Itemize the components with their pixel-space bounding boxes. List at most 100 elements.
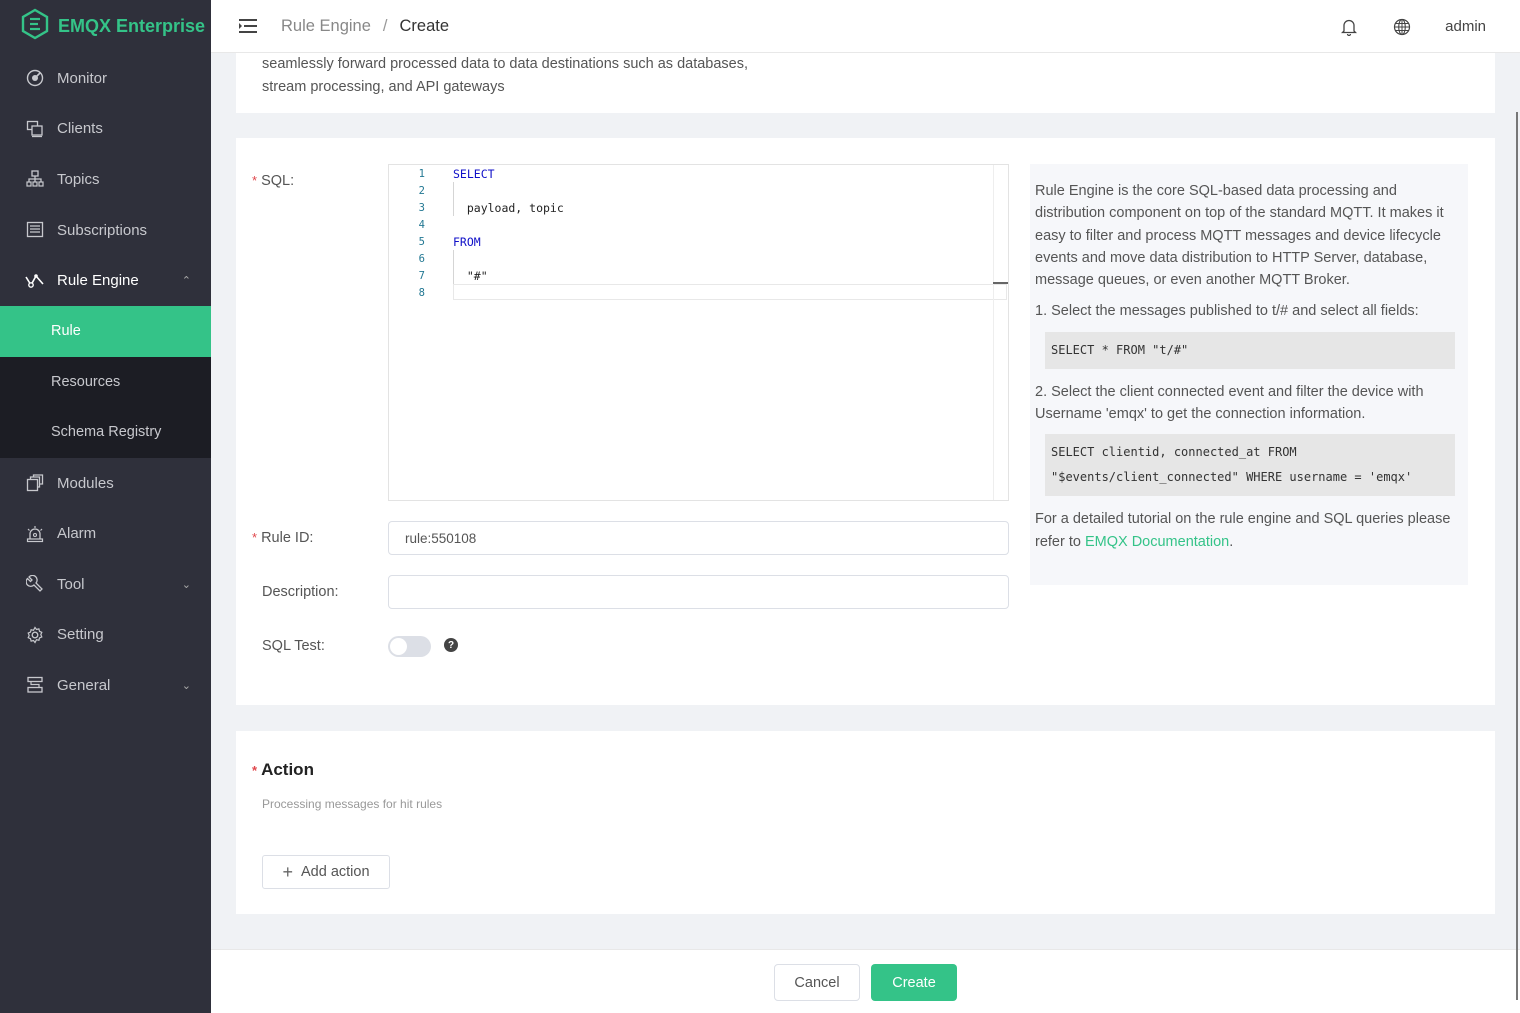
sql-editor[interactable]: 1 SELECT 2 3 payload, topic 4 5 FROM 6 7 "#" 8 [388,164,1009,501]
header-actions: admin [1339,0,1520,53]
create-button[interactable]: Create [871,964,957,1001]
breadcrumb: Rule Engine / Create [281,17,449,36]
line-number: 2 [418,184,425,197]
code-text: FROM [453,234,481,249]
sidebar-item-label: General [57,676,111,694]
sidebar-item-label: Setting [57,626,104,644]
help-code-example1: SELECT * FROM "t/#" [1045,331,1455,369]
action-title-text: Action [261,760,314,779]
general-icon [25,675,45,695]
sidebar-item-label: Tool [57,575,85,593]
code-text: SELECT [453,166,495,181]
top-header: Rule Engine / Create admin [211,0,1520,53]
form-footer: Cancel Create [211,949,1520,1013]
line-number: 6 [418,252,425,265]
sidebar-item-setting[interactable]: Setting [0,610,211,661]
line-number: 5 [418,235,425,248]
emqx-documentation-link[interactable]: EMQX Documentation [1085,534,1229,550]
topics-icon [25,169,45,189]
brand-name: EMQX Enterprise [58,16,206,36]
breadcrumb-current: Create [399,16,450,35]
subscriptions-icon [25,220,45,240]
sidebar-item-general[interactable]: General ⌄ [0,660,211,711]
rule-form-card: * SQL: 1 SELECT 2 3 payload, topic 4 5 FROM 6 7 "… [236,138,1495,705]
bell-icon[interactable] [1339,17,1359,37]
sidebar-subitem-rule[interactable]: Rule [0,305,211,357]
modules-icon [25,473,45,493]
sidebar: EMQX Enterprise Monitor Clients Topics S… [0,0,211,1013]
sidebar-item-modules[interactable]: Modules [0,458,211,509]
editor-line: 6 [389,250,1008,267]
add-action-label: Add action [300,864,370,880]
required-asterisk: * [252,530,258,545]
rule-id-label-text: Rule ID: [261,530,314,546]
code-text: payload, topic [453,200,564,215]
editor-line: 4 [389,216,1008,233]
sidebar-item-label: Clients [57,120,103,138]
action-description: Processing messages for hit rules [262,797,443,811]
sidebar-subitem-resources[interactable]: Resources [0,357,211,408]
alarm-icon [25,524,45,544]
editor-line: 1 SELECT [389,165,1008,182]
sidebar-item-rule-engine[interactable]: Rule Engine ⌃ [0,255,211,306]
line-number: 8 [418,286,425,299]
help-footer-suffix: . [1229,533,1234,550]
intro-text-line1: seamlessly forward processed data to dat… [262,56,749,72]
sidebar-item-monitor[interactable]: Monitor [0,53,211,104]
description-input[interactable] [388,575,1009,609]
breadcrumb-rule-engine[interactable]: Rule Engine [281,17,371,36]
chevron-up-icon: ⌃ [181,275,191,288]
description-label: Description: [262,584,339,600]
sidebar-item-subscriptions[interactable]: Subscriptions [0,205,211,256]
editor-line: 3 payload, topic [389,199,1008,216]
sql-test-label: SQL Test: [262,638,325,654]
rule-engine-submenu: Rule Resources Schema Registry [0,305,211,458]
sidebar-item-label: Rule Engine [57,272,139,290]
help-intro: Rule Engine is the core SQL-based data p… [1035,183,1444,289]
action-title: * Action [252,760,314,780]
sidebar-item-label: Topics [57,170,100,188]
menu-collapse-icon[interactable] [239,19,257,33]
editor-line: 5 FROM [389,233,1008,250]
line-number: 1 [418,167,425,180]
add-action-button[interactable]: + Add action [262,855,390,889]
rule-id-input[interactable]: rule:550108 [388,521,1009,555]
sql-help-panel: Rule Engine is the core SQL-based data p… [1030,164,1468,585]
monitor-icon [25,68,45,88]
cancel-button[interactable]: Cancel [774,964,860,1001]
sql-test-toggle[interactable] [388,636,431,657]
sql-label-text: SQL: [261,173,295,189]
globe-icon[interactable] [1392,17,1412,37]
required-asterisk: * [252,763,258,778]
sidebar-item-tool[interactable]: Tool ⌄ [0,559,211,610]
sidebar-subitem-schema-registry[interactable]: Schema Registry [0,407,211,458]
sidebar-item-clients[interactable]: Clients [0,104,211,155]
page-scrollbar[interactable] [1516,112,1518,1000]
editor-line: 2 [389,182,1008,199]
sql-label: * SQL: [252,173,294,189]
logo[interactable]: EMQX Enterprise [0,0,211,53]
help-example1: 1. Select the messages published to t/# … [1035,303,1419,320]
intro-text-line2: stream processing, and API gateways [262,79,505,95]
clients-icon [25,119,45,139]
code-text: "#" [453,268,488,283]
required-asterisk: * [252,173,258,188]
line-number: 3 [418,201,425,214]
chevron-down-icon: ⌄ [181,679,191,692]
help-code2-line2: "$events/client_connected" WHERE usernam… [1051,470,1413,485]
question-circle-icon[interactable]: ? [444,638,458,652]
sidebar-subitem-label: Rule [51,323,81,340]
sidebar-item-label: Alarm [57,525,97,543]
chevron-down-icon: ⌄ [181,578,191,591]
intro-card: seamlessly forward processed data to dat… [236,53,1495,113]
help-code-example2: SELECT clientid, connected_at FROM "$eve… [1045,434,1455,497]
sidebar-subitem-label: Schema Registry [51,424,162,441]
sidebar-item-topics[interactable]: Topics [0,154,211,205]
sidebar-item-alarm[interactable]: Alarm [0,508,211,559]
editor-line: 7 "#" [389,267,1008,284]
gear-icon [25,625,45,645]
help-footer: For a detailed tutorial on the rule engi… [1035,508,1463,553]
breadcrumb-separator: / [382,16,388,35]
line-number: 7 [418,269,425,282]
user-menu[interactable]: admin [1445,18,1486,35]
